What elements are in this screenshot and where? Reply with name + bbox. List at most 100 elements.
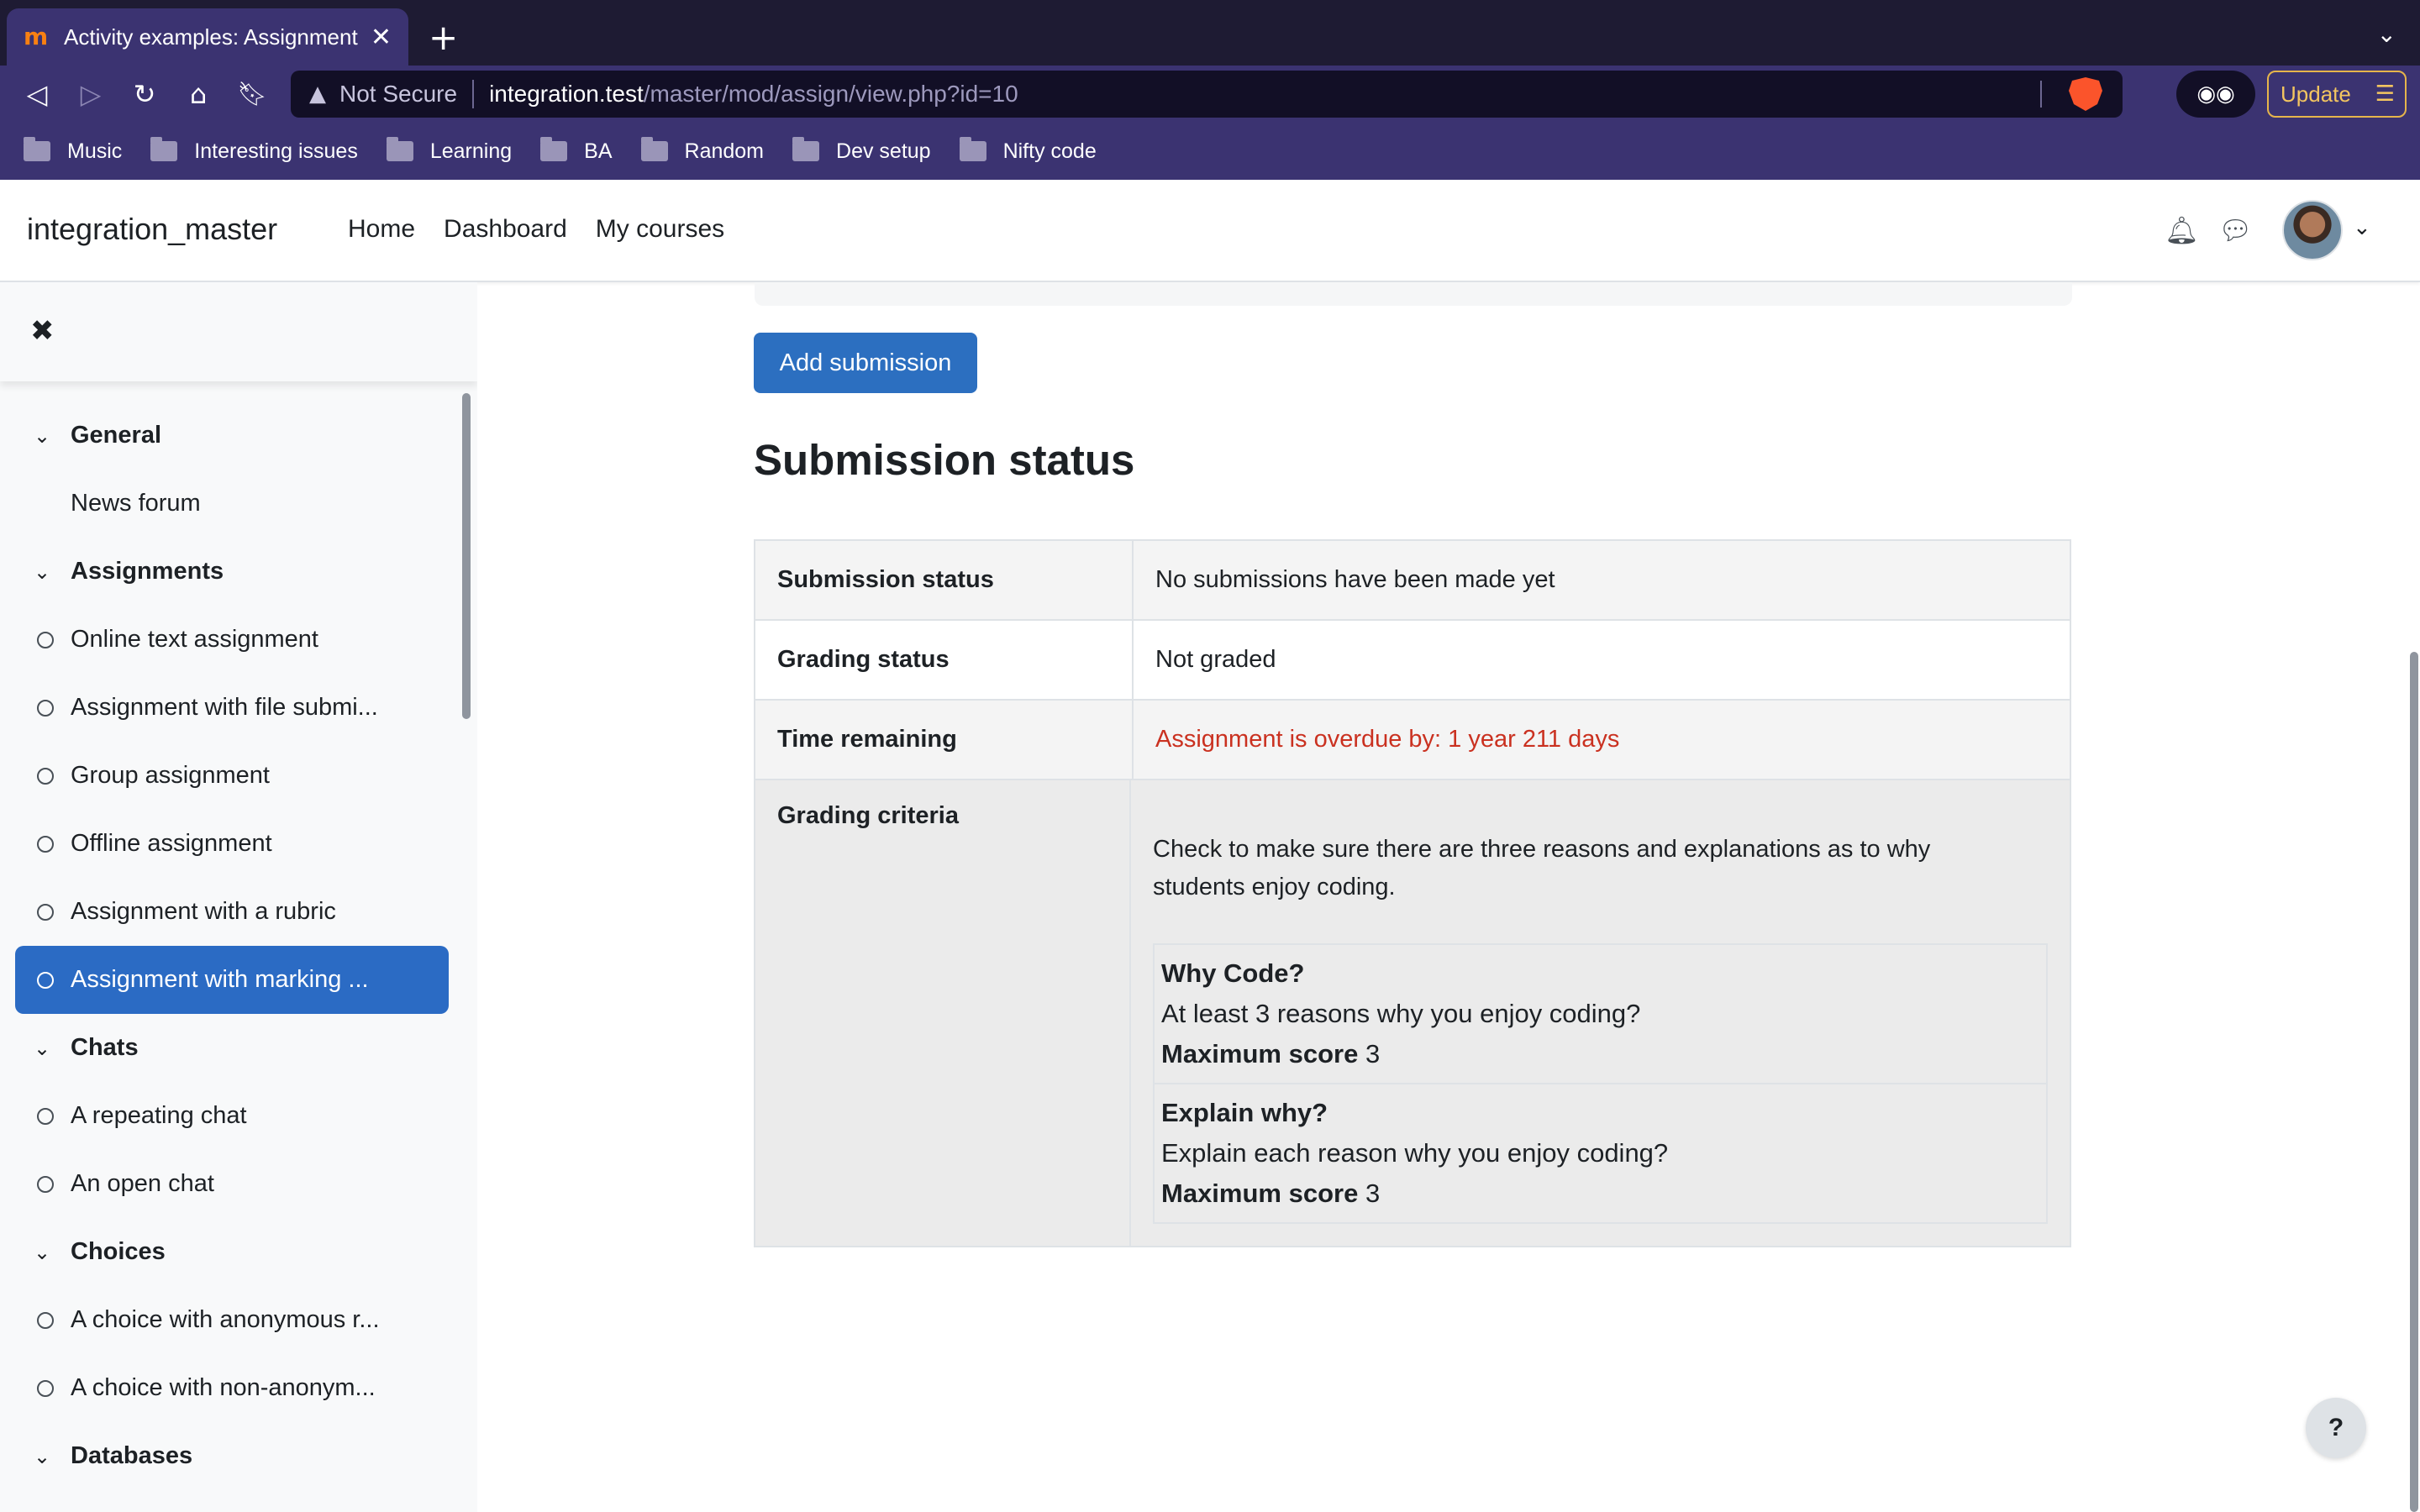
course-section[interactable]: ⌄ General — [15, 402, 449, 470]
close-tab-icon[interactable]: ✕ — [371, 23, 392, 52]
course-activity[interactable]: Image gallery — [15, 1490, 449, 1512]
completion-circle-icon — [37, 971, 54, 989]
page-scrollbar[interactable] — [2410, 652, 2418, 1512]
course-activity[interactable]: A repeating chat — [15, 1082, 449, 1150]
marking-guide: Why Code? At least 3 reasons why you enj… — [1153, 943, 2048, 1224]
row-label: Grading criteria — [755, 780, 1131, 1246]
primary-navigation: Home Dashboard My courses — [348, 215, 753, 244]
reload-icon[interactable]: ↻ — [126, 76, 163, 113]
table-row: Time remaining Assignment is overdue by:… — [755, 701, 2070, 780]
row-label: Submission status — [755, 541, 1134, 619]
criterion-title: Why Code? — [1161, 958, 1305, 988]
reader-mode-icon[interactable]: ◉◉ — [2176, 71, 2255, 118]
course-activity[interactable]: Assignment with a rubric — [15, 878, 449, 946]
url-host: integration.test — [489, 81, 644, 107]
submission-status-table: Submission status No submissions have be… — [754, 539, 2071, 1247]
activity-label: A choice with anonymous r... — [71, 1306, 380, 1333]
course-activity[interactable]: Group assignment — [15, 742, 449, 810]
nav-link[interactable]: Home — [348, 215, 415, 244]
course-section[interactable]: ⌄ Chats — [15, 1014, 449, 1082]
course-activity[interactable]: A choice with non-anonym... — [15, 1354, 449, 1422]
tab-title: Activity examples: Assignment — [64, 24, 358, 50]
activity-header-card — [755, 282, 2072, 306]
browser-toolbar: ◁ ▷ ↻ ⌂ 🔖︎ ▲ Not Secure integration.test… — [0, 66, 2420, 123]
folder-icon — [150, 137, 178, 161]
course-section[interactable]: ⌄ Choices — [15, 1218, 449, 1286]
nav-link[interactable]: Dashboard — [444, 215, 567, 244]
course-activity[interactable]: News forum — [15, 470, 449, 538]
course-section[interactable]: ⌄ Assignments — [15, 538, 449, 606]
bookmark-item[interactable]: Learning — [386, 137, 513, 164]
activity-label: Online text assignment — [71, 626, 318, 653]
bookmark-label: Dev setup — [836, 139, 931, 163]
brave-shields-icon[interactable] — [2069, 77, 2102, 111]
course-index-drawer: ✖ ⌄ General News forum ⌄ Assignments Online t… — [0, 282, 477, 1512]
forward-icon[interactable]: ▷ — [72, 76, 109, 113]
chevron-down-icon[interactable]: ⌄ — [34, 1037, 50, 1060]
completion-circle-icon — [37, 631, 54, 648]
section-title: Assignments — [71, 558, 224, 585]
completion-circle-icon — [37, 1175, 54, 1193]
course-activity[interactable]: A choice with anonymous r... — [15, 1286, 449, 1354]
chevron-down-icon[interactable]: ⌄ — [34, 560, 50, 584]
course-activity[interactable]: Online text assignment — [15, 606, 449, 674]
back-icon[interactable]: ◁ — [18, 76, 55, 113]
address-bar[interactable]: ▲ Not Secure integration.test /master/mo… — [291, 71, 2123, 118]
close-drawer-icon[interactable]: ✖ — [30, 314, 55, 348]
help-button[interactable]: ? — [2306, 1398, 2366, 1458]
bookmark-item[interactable]: Interesting issues — [150, 137, 358, 164]
bookmark-icon[interactable]: 🔖︎ — [234, 76, 271, 113]
completion-circle-icon — [37, 1311, 54, 1329]
course-section[interactable]: ⌄ Databases — [15, 1422, 449, 1490]
site-name[interactable]: integration_master — [27, 212, 277, 247]
bookmark-label: Random — [684, 139, 765, 163]
bookmark-item[interactable]: Dev setup — [792, 137, 931, 164]
bookmark-item[interactable]: Nifty code — [959, 137, 1097, 164]
menu-icon: ☰ — [2375, 81, 2395, 107]
course-activity[interactable]: Offline assignment — [15, 810, 449, 878]
bookmark-item[interactable]: Random — [640, 137, 765, 164]
max-score-label: Maximum score — [1161, 1179, 1359, 1208]
page-title: Submission status — [754, 436, 1135, 484]
update-button[interactable]: Update ☰ — [2267, 71, 2407, 118]
add-submission-button[interactable]: Add submission — [754, 333, 977, 393]
bookmark-item[interactable]: BA — [540, 137, 613, 164]
folder-icon — [792, 137, 820, 161]
security-label: Not Secure — [339, 81, 458, 107]
home-icon[interactable]: ⌂ — [180, 76, 217, 113]
bookmark-label: Learning — [429, 139, 513, 163]
chevron-down-icon[interactable]: ⌄ — [2353, 215, 2371, 240]
chevron-down-icon[interactable]: ⌄ — [34, 1445, 50, 1468]
course-activity[interactable]: Assignment with file submi... — [15, 674, 449, 742]
browser-tab[interactable]: m Activity examples: Assignment ✕ — [7, 8, 408, 66]
folder-icon — [959, 137, 986, 161]
row-label: Time remaining — [755, 701, 1134, 779]
chevron-down-icon[interactable]: ⌄ — [2377, 20, 2396, 48]
max-score-value: 3 — [1365, 1179, 1381, 1208]
notifications-bell-icon[interactable]: 🔔︎ — [2165, 213, 2199, 247]
course-activity-active[interactable]: Assignment with marking ... — [15, 946, 449, 1014]
activity-label: A choice with non-anonym... — [71, 1374, 376, 1401]
folder-icon — [640, 137, 668, 161]
new-tab-icon[interactable]: + — [429, 17, 458, 59]
drawer-scrollbar[interactable] — [462, 393, 471, 719]
criterion: Explain why? Explain each reason why you… — [1155, 1084, 2046, 1222]
course-activity[interactable]: An open chat — [15, 1150, 449, 1218]
bookmark-label: BA — [584, 139, 613, 163]
activity-label: Assignment with file submi... — [71, 694, 378, 721]
bookmark-item[interactable]: Music — [24, 137, 123, 164]
bookmark-label: Music — [67, 139, 123, 163]
activity-label: An open chat — [71, 1170, 214, 1197]
nav-link[interactable]: My courses — [596, 215, 724, 244]
chevron-down-icon[interactable]: ⌄ — [34, 424, 50, 448]
table-row: Grading criteria Check to make sure ther… — [755, 780, 2070, 1246]
avatar[interactable] — [2282, 200, 2343, 260]
chevron-down-icon[interactable]: ⌄ — [34, 1241, 50, 1264]
messages-icon[interactable]: 💬︎ — [2218, 213, 2253, 247]
url-divider — [2040, 81, 2042, 108]
activity-label: Group assignment — [71, 762, 270, 789]
section-title: General — [71, 422, 161, 449]
drawer-header: ✖ — [0, 282, 477, 381]
completion-circle-icon — [37, 699, 54, 717]
completion-circle-icon — [37, 767, 54, 785]
